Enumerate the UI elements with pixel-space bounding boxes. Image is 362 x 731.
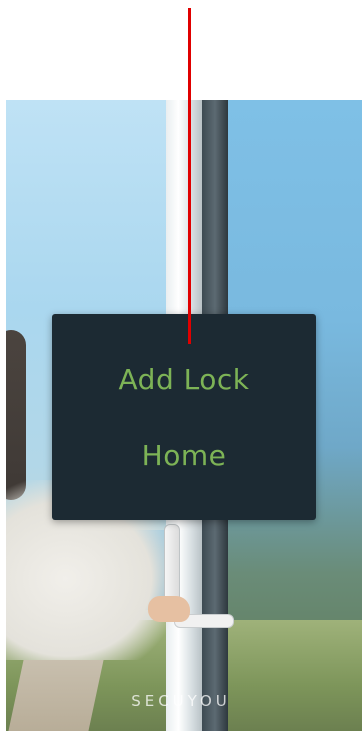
popup-menu: Add Lock Home [52,314,316,520]
brand-logo: SECUYOU [131,692,231,710]
person-hair [6,330,26,500]
app-screen: Add Lock Home SECUYOU [0,0,362,731]
menu-item-add-lock[interactable]: Add Lock [52,360,316,400]
red-indicator-line [188,8,191,344]
person-hand [148,596,190,622]
smart-lock-device [164,524,180,606]
menu-item-home[interactable]: Home [52,436,316,476]
